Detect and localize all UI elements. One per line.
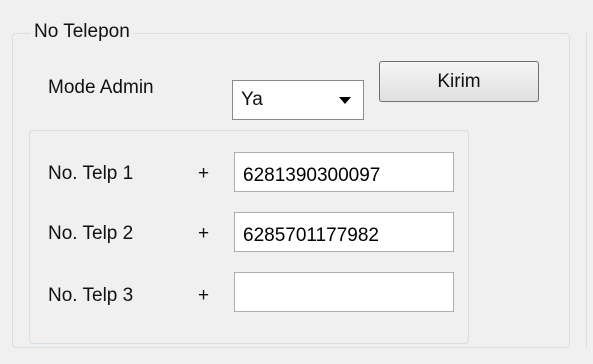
phone-3-label: No. Telp 3 <box>48 285 134 306</box>
mode-admin-selected-value: Ya <box>241 89 263 110</box>
chevron-down-icon[interactable] <box>339 97 351 104</box>
phone-3-input[interactable] <box>234 272 454 312</box>
groupbox-title: No Telepon <box>30 20 134 44</box>
send-button-label: Kirim <box>437 70 481 92</box>
mode-admin-label: Mode Admin <box>48 77 154 98</box>
phone-1-input[interactable] <box>234 152 454 192</box>
phone-1-prefix: + <box>198 163 210 184</box>
adjacent-panel-edge <box>586 33 589 348</box>
send-button[interactable]: Kirim <box>379 61 539 102</box>
phone-2-prefix: + <box>198 223 210 244</box>
phone-1-label: No. Telp 1 <box>48 163 134 184</box>
phone-2-label: No. Telp 2 <box>48 223 134 244</box>
mode-admin-dropdown[interactable]: Ya <box>232 80 364 120</box>
phone-2-input[interactable] <box>234 212 454 252</box>
phone-3-prefix: + <box>198 285 210 306</box>
